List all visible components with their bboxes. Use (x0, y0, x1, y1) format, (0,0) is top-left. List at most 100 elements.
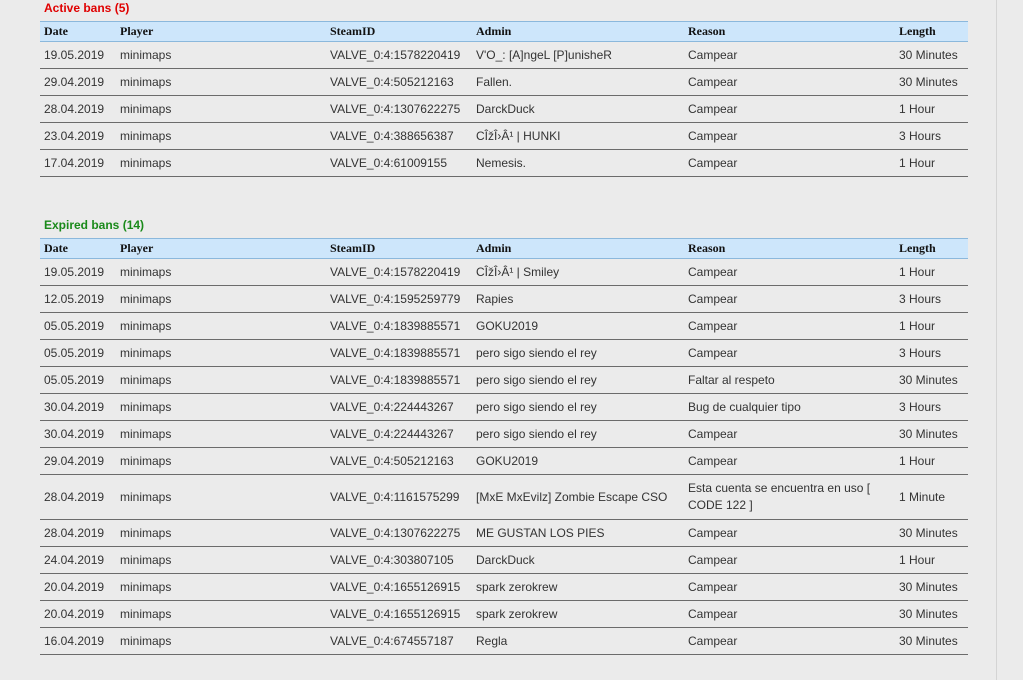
cell-admin: spark zerokrew (472, 600, 684, 628)
column-header-length: Length (895, 21, 968, 42)
table-row: 23.04.2019 minimaps VALVE_0:4:388656387 CÎž… (40, 122, 968, 150)
cell-length: 1 Hour (895, 312, 968, 340)
table-row: 05.05.2019 minimaps VALVE_0:4:1839885571 pe… (40, 366, 968, 394)
table-row: 28.04.2019 minimaps VALVE_0:4:1307622275 ME… (40, 519, 968, 547)
cell-reason: Campear (684, 546, 895, 574)
cell-admin: Regla (472, 627, 684, 655)
cell-steamid: VALVE_0:4:1839885571 (326, 312, 472, 340)
cell-length: 30 Minutes (895, 573, 968, 601)
cell-length: 30 Minutes (895, 627, 968, 655)
active-bans-table: Date Player SteamID Admin Reason Length … (40, 21, 968, 177)
column-header-reason: Reason (684, 238, 895, 259)
table-row: 05.05.2019 minimaps VALVE_0:4:1839885571 pe… (40, 339, 968, 367)
cell-reason: Campear (684, 41, 895, 69)
cell-reason: Campear (684, 149, 895, 177)
cell-reason: Bug de cualquier tipo (684, 393, 895, 421)
cell-reason: Campear (684, 68, 895, 96)
cell-reason: Campear (684, 447, 895, 475)
cell-steamid: VALVE_0:4:303807105 (326, 546, 472, 574)
cell-reason: Campear (684, 312, 895, 340)
table-row: 30.04.2019 minimaps VALVE_0:4:224443267 per… (40, 420, 968, 448)
cell-admin: GOKU2019 (472, 312, 684, 340)
cell-player: minimaps (116, 41, 326, 69)
column-header-player: Player (116, 21, 326, 42)
cell-player: minimaps (116, 474, 326, 520)
ban-list-page: Active bans (5) Date Player SteamID Admi… (0, 0, 1023, 680)
cell-reason: Campear (684, 258, 895, 286)
cell-length: 3 Hours (895, 339, 968, 367)
cell-admin: spark zerokrew (472, 573, 684, 601)
table-row: 12.05.2019 minimaps VALVE_0:4:1595259779 Ra… (40, 285, 968, 313)
cell-date: 12.05.2019 (40, 285, 116, 313)
cell-player: minimaps (116, 420, 326, 448)
cell-date: 28.04.2019 (40, 519, 116, 547)
column-header-steamid: SteamID (326, 21, 472, 42)
cell-steamid: VALVE_0:4:1578220419 (326, 258, 472, 286)
cell-reason: Campear (684, 600, 895, 628)
cell-admin: pero sigo siendo el rey (472, 393, 684, 421)
cell-admin: pero sigo siendo el rey (472, 366, 684, 394)
column-header-player: Player (116, 238, 326, 259)
table-row: 28.04.2019 minimaps VALVE_0:4:1161575299 [M… (40, 474, 968, 520)
expired-bans-title: Expired bans (14) (44, 218, 145, 232)
cell-length: 3 Hours (895, 285, 968, 313)
table-row: 19.05.2019 minimaps VALVE_0:4:1578220419 CÎ… (40, 258, 968, 286)
column-header-length: Length (895, 238, 968, 259)
cell-date: 24.04.2019 (40, 546, 116, 574)
cell-admin: DarckDuck (472, 95, 684, 123)
cell-steamid: VALVE_0:4:674557187 (326, 627, 472, 655)
cell-length: 30 Minutes (895, 366, 968, 394)
table-row: 17.04.2019 minimaps VALVE_0:4:61009155 Neme… (40, 149, 968, 177)
table-row: 29.04.2019 minimaps VALVE_0:4:505212163 Fal… (40, 68, 968, 96)
cell-length: 30 Minutes (895, 519, 968, 547)
cell-reason: Campear (684, 519, 895, 547)
cell-player: minimaps (116, 122, 326, 150)
cell-player: minimaps (116, 546, 326, 574)
column-header-reason: Reason (684, 21, 895, 42)
cell-player: minimaps (116, 285, 326, 313)
cell-steamid: VALVE_0:4:1839885571 (326, 339, 472, 367)
cell-player: minimaps (116, 312, 326, 340)
cell-date: 30.04.2019 (40, 393, 116, 421)
cell-steamid: VALVE_0:4:61009155 (326, 149, 472, 177)
cell-steamid: VALVE_0:4:1307622275 (326, 519, 472, 547)
cell-date: 28.04.2019 (40, 474, 116, 520)
cell-player: minimaps (116, 95, 326, 123)
cell-date: 20.04.2019 (40, 600, 116, 628)
cell-player: minimaps (116, 600, 326, 628)
table-row: 05.05.2019 minimaps VALVE_0:4:1839885571 GO… (40, 312, 968, 340)
cell-reason: Campear (684, 339, 895, 367)
table-header-row: Date Player SteamID Admin Reason Length (40, 21, 968, 42)
table-row: 28.04.2019 minimaps VALVE_0:4:1307622275 Da… (40, 95, 968, 123)
cell-length: 3 Hours (895, 122, 968, 150)
column-header-admin: Admin (472, 21, 684, 42)
cell-player: minimaps (116, 393, 326, 421)
column-header-admin: Admin (472, 238, 684, 259)
cell-reason: Campear (684, 285, 895, 313)
cell-length: 30 Minutes (895, 600, 968, 628)
cell-admin: ME GUSTAN LOS PIES (472, 519, 684, 547)
cell-date: 05.05.2019 (40, 366, 116, 394)
table-row: 16.04.2019 minimaps VALVE_0:4:674557187 Reg… (40, 627, 968, 655)
expired-bans-table: Date Player SteamID Admin Reason Length … (40, 238, 968, 655)
cell-steamid: VALVE_0:4:505212163 (326, 447, 472, 475)
table-header-row: Date Player SteamID Admin Reason Length (40, 238, 968, 259)
cell-length: 1 Hour (895, 447, 968, 475)
cell-admin: Fallen. (472, 68, 684, 96)
column-header-date: Date (40, 238, 116, 259)
cell-admin: pero sigo siendo el rey (472, 420, 684, 448)
cell-player: minimaps (116, 627, 326, 655)
cell-player: minimaps (116, 68, 326, 96)
cell-player: minimaps (116, 366, 326, 394)
cell-reason: Faltar al respeto (684, 366, 895, 394)
cell-steamid: VALVE_0:4:224443267 (326, 420, 472, 448)
cell-date: 17.04.2019 (40, 149, 116, 177)
cell-length: 1 Hour (895, 149, 968, 177)
column-header-date: Date (40, 21, 116, 42)
cell-player: minimaps (116, 447, 326, 475)
cell-length: 30 Minutes (895, 68, 968, 96)
cell-date: 16.04.2019 (40, 627, 116, 655)
cell-steamid: VALVE_0:4:1655126915 (326, 600, 472, 628)
active-bans-title: Active bans (5) (44, 1, 130, 15)
cell-length: 1 Hour (895, 258, 968, 286)
